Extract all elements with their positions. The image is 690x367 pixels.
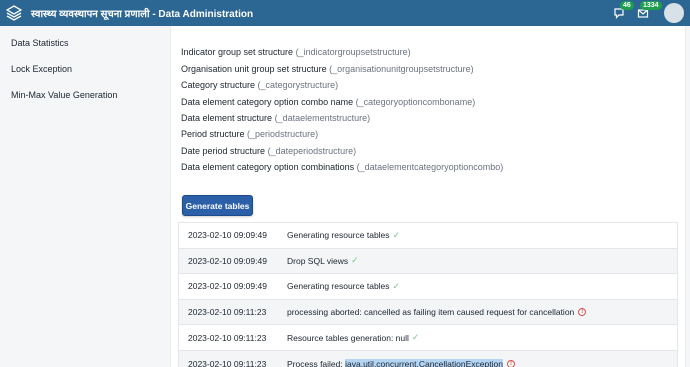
structure-code: (_dateperiodstructure): [267, 145, 357, 156]
list-item: Data element structure (_dataelementstru…: [181, 110, 503, 126]
structure-label: Date period structure: [181, 145, 266, 156]
list-item: Data element category option combination…: [181, 159, 503, 175]
error-info-icon: !: [506, 359, 515, 367]
list-item: Date period structure (_dateperiodstruct…: [181, 143, 503, 159]
log-text: Generating resource tables: [287, 281, 390, 292]
top-header-bar: स्वास्थ्य व्यवस्थापन सूचना प्रणाली - Dat…: [0, 0, 690, 26]
table-row: 2023-02-10 09:09:49 Drop SQL views ✓: [179, 248, 677, 275]
structure-code: (_dataelementcategoryoptioncombo): [356, 162, 504, 173]
structure-label: Data element structure: [181, 112, 273, 123]
checkmark-icon: ✓: [411, 332, 420, 343]
table-row: 2023-02-10 09:11:23 Resource tables gene…: [179, 325, 677, 351]
log-text: Generating resource tables: [287, 230, 390, 241]
sidebar: Data Statistics Lock Exception Min-Max V…: [0, 26, 168, 367]
log-text: Process failed:: [287, 358, 343, 367]
app-title: स्वास्थ्य व्यवस्थापन सूचना प्रणाली - Dat…: [31, 9, 254, 20]
log-timestamp: 2023-02-10 09:11:23: [188, 358, 267, 367]
structure-label: Period structure: [181, 129, 245, 140]
structure-label: Data element category option combo name: [181, 96, 354, 107]
selected-exception-text: java.util.concurrent.CancellationExcepti…: [345, 358, 503, 367]
log-message: Drop SQL views ✓: [287, 255, 359, 266]
log-timestamp: 2023-02-10 09:09:49: [188, 255, 267, 266]
header-actions: 46 1334: [608, 0, 690, 26]
messages-badge: 1334: [640, 1, 662, 10]
list-item: Period structure (_periodstructure): [181, 126, 503, 142]
list-item: Indicator group set structure (_indicato…: [181, 44, 503, 60]
resource-tables-panel: Indicator group set structure (_indicato…: [171, 26, 685, 367]
log-message: Process failed: java.util.concurrent.Can…: [287, 358, 515, 367]
main-content: Indicator group set structure (_indicato…: [168, 26, 690, 367]
log-text: Resource tables generation: null: [287, 332, 409, 343]
structure-code: (_categorystructure): [257, 80, 339, 91]
log-timestamp: 2023-02-10 09:09:49: [188, 281, 267, 292]
sidebar-item-data-statistics[interactable]: Data Statistics: [0, 30, 168, 56]
structure-code: (_dataelementstructure): [274, 112, 371, 123]
log-message: Generating resource tables ✓: [287, 281, 400, 292]
table-row: 2023-02-10 09:11:23 Process failed: java…: [179, 350, 677, 367]
log-timestamp: 2023-02-10 09:11:23: [188, 307, 267, 318]
interpretations-button[interactable]: 46: [608, 0, 634, 26]
checkmark-icon: ✓: [351, 255, 359, 266]
generation-log-table: 2023-02-10 09:09:49 Generating resource …: [178, 222, 678, 367]
checkmark-icon: ✓: [392, 280, 401, 291]
table-row: 2023-02-10 09:09:49 Generating resource …: [179, 274, 677, 300]
log-timestamp: 2023-02-10 09:11:23: [188, 332, 267, 343]
list-item: Category structure (_categorystructure): [181, 77, 503, 93]
structure-label: Indicator group set structure: [181, 47, 294, 58]
table-row: 2023-02-10 09:09:49 Generating resource …: [179, 223, 677, 249]
list-item: [181, 28, 503, 44]
log-message: Resource tables generation: null ✓: [287, 332, 419, 343]
table-row: 2023-02-10 09:11:23 processing aborted: …: [179, 299, 677, 326]
list-item: Data element category option combo name …: [181, 94, 503, 110]
sidebar-item-lock-exception[interactable]: Lock Exception: [0, 56, 168, 82]
generate-tables-button[interactable]: Generate tables: [182, 195, 253, 216]
checkmark-icon: ✓: [392, 229, 401, 240]
structure-code: (_indicatorgroupsetstructure): [295, 47, 411, 58]
profile-avatar[interactable]: [664, 3, 684, 23]
resource-table-list: Indicator group set structure (_indicato…: [181, 28, 503, 176]
structure-code: (_periodstructure): [247, 129, 319, 140]
structure-label: Organisation unit group set structure: [181, 63, 327, 74]
dhis2-logo-icon[interactable]: [6, 5, 22, 21]
log-message: processing aborted: cancelled as failing…: [287, 307, 587, 318]
structure-code: (_organisationunitgroupsetstructure): [329, 63, 474, 74]
log-text: processing aborted: cancelled as failing…: [287, 307, 575, 318]
list-item: Organisation unit group set structure (_…: [181, 61, 503, 77]
messages-button[interactable]: 1334: [630, 0, 662, 26]
error-info-icon: !: [578, 308, 587, 317]
log-timestamp: 2023-02-10 09:09:49: [188, 230, 267, 241]
structure-label: Data element category option combination…: [181, 162, 355, 173]
sidebar-item-min-max-value-generation[interactable]: Min-Max Value Generation: [0, 82, 168, 108]
structure-code: (_categoryoptioncomboname): [355, 96, 476, 107]
log-message: Generating resource tables ✓: [287, 230, 400, 241]
log-text: Drop SQL views: [287, 255, 349, 266]
structure-label: Category structure: [181, 80, 256, 91]
